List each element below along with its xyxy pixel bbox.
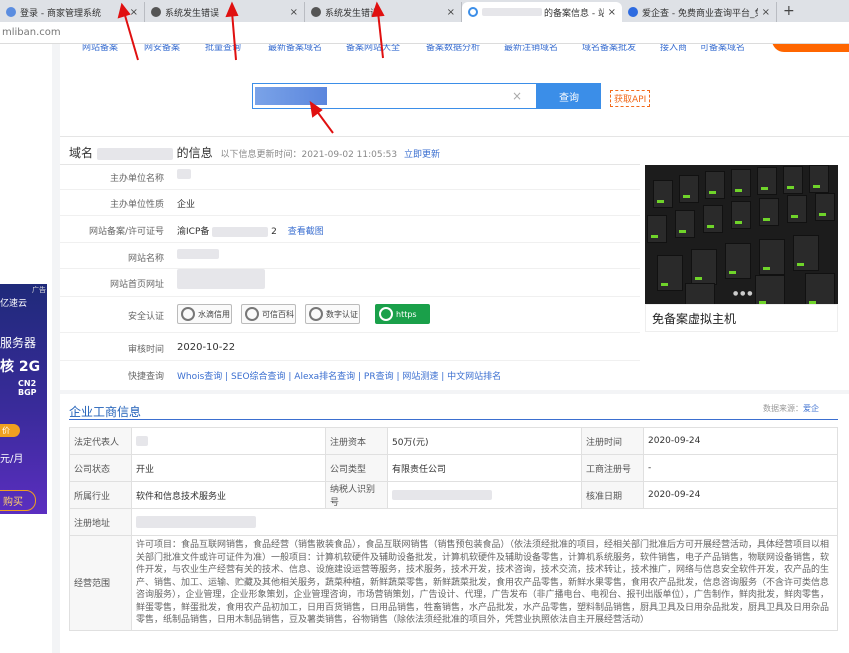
arrowhead [117,2,131,19]
arrow-line [231,11,237,61]
annotation-arrows [117,1,385,134]
arrow-line [123,11,139,61]
arrowhead [225,1,239,18]
arrowhead [371,1,385,18]
arrow-line [315,109,334,134]
arrow-line [377,11,384,59]
